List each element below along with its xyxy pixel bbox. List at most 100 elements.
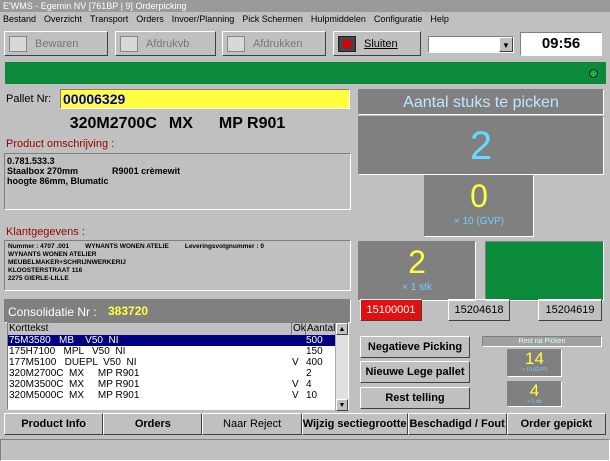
rest-piece-quantity: 4 [529, 381, 540, 400]
menu-bar: Bestand Overzicht Transport Orders Invoe… [0, 12, 610, 28]
table-row[interactable]: 320M5000C MX MP R901 V 10 [8, 390, 336, 401]
negative-picking-button[interactable]: Negatieve Picking [360, 336, 470, 358]
consolidation-label: Consolidatie Nr : [8, 305, 97, 319]
table-row[interactable]: 177M5100 DUEPL V50 NI V 400 [8, 357, 336, 368]
print-button[interactable]: Afdrukken [222, 31, 326, 56]
description-box: 0.781.533.3 Staalbox 270mm R9001 crèmewi… [4, 153, 351, 210]
description-line3: hoogte 86mm, Blumatic [7, 176, 109, 186]
menu-bestand[interactable]: Bestand [3, 12, 36, 28]
printer-icon [227, 35, 245, 52]
close-label: Sluiten [364, 37, 398, 50]
row-ok: V [292, 357, 299, 368]
menu-orders[interactable]: Orders [136, 12, 164, 28]
rest-count-button[interactable]: Rest telling [360, 387, 470, 409]
orders-button[interactable]: Orders [103, 413, 203, 435]
save-button[interactable]: Bewaren [4, 31, 108, 56]
row-text: 320M5000C MX MP R901 [9, 390, 140, 401]
column-header-ok[interactable]: Ok [292, 323, 306, 335]
row-text: 320M3500C MX MP R901 [9, 379, 140, 390]
customer-name-inline: WYNANTS WONEN ATELIE [85, 243, 169, 250]
new-empty-pallet-button[interactable]: Nieuwe Lege pallet [360, 361, 470, 383]
row-text: 175H7100 MPL V50 NI [9, 346, 126, 357]
row-text: 177M5100 DUEPL V50 NI [9, 357, 137, 368]
description-title: Product omschrijving : [6, 138, 115, 150]
status-bar [0, 439, 610, 461]
customer-line4: KLOOSTERSTRAAT 116 [8, 267, 83, 274]
table-row[interactable]: 320M3500C MX MP R901 V 4 [8, 379, 336, 390]
left-panel: Pallet Nr: 00006329 320M2700C MX MP R901… [4, 89, 351, 411]
table-row[interactable]: 320M2700C MX MP R901 2 [8, 368, 336, 379]
row-text: 320M2700C MX MP R901 [9, 368, 140, 379]
scroll-down-icon[interactable]: ▼ [336, 399, 348, 411]
confirm-green-indicator [485, 241, 604, 301]
customer-box: Nummer : 4707 .001 WYNANTS WONEN ATELIE … [4, 240, 351, 291]
description-line1: 0.781.533.3 [7, 156, 55, 166]
selection-combo[interactable]: ▼ [428, 36, 514, 53]
consolidation-value: 383720 [108, 304, 149, 318]
table-row[interactable]: 175H7100 MPL V50 NI 150 [8, 346, 336, 357]
change-section-size-button[interactable]: Wijzig sectiegrootte [301, 413, 408, 435]
status-green-bar [5, 62, 606, 84]
rest-gvp-box: 14 × 10 (GVP) [507, 349, 562, 377]
row-text: 75M3580 MB V50 NI [9, 335, 119, 346]
article-line: 320M2700C MX MP R901 [4, 111, 351, 137]
row-qty: 10 [306, 390, 318, 401]
right-panel: Aantal stuks te picken 2 0 × 10 (GVP) 2 … [355, 89, 606, 411]
location-button-1[interactable]: 15100001 [360, 299, 422, 321]
row-qty: 500 [306, 335, 323, 346]
table-scrollbar[interactable]: ▲ ▼ [335, 323, 348, 411]
article-unit: MX [168, 115, 193, 132]
consolidation-bar: Consolidatie Nr : 383720 [4, 299, 351, 323]
customer-line3: MEUBELMAKER+SCHRIJNWERKERIJ [8, 259, 126, 266]
pallet-number-field[interactable]: 00006329 [60, 89, 350, 109]
row-ok: V [292, 390, 299, 401]
print-preview-button[interactable]: Afdrukvb [115, 31, 216, 56]
window-title: E'WMS - Egemin NV [761BP | 9] Orderpicki… [0, 0, 610, 12]
article-variant: MP R901 [218, 115, 286, 132]
table-row[interactable]: 75M3580 MB V50 NI 500 [8, 335, 336, 346]
chevron-down-icon[interactable]: ▼ [499, 37, 513, 52]
pick-title: Aantal stuks te picken [358, 89, 604, 115]
menu-invoer-planning[interactable]: Invoer/Planning [172, 12, 235, 28]
toolbar: Bewaren Afdrukvb Afdrukken Sluiten ▼ 09:… [0, 28, 610, 61]
customer-title: Klantgegevens : [6, 226, 85, 238]
customer-number: Nummer : 4707 .001 [8, 243, 70, 250]
row-qty: 150 [306, 346, 323, 357]
location-button-2[interactable]: 15204618 [448, 299, 510, 321]
order-picked-button[interactable]: Order gepickt [506, 413, 606, 435]
customer-line2: WYNANTS WONEN ATELIER [8, 251, 97, 258]
row-qty: 4 [306, 379, 312, 390]
menu-help[interactable]: Help [430, 12, 449, 28]
menu-configuratie[interactable]: Configuratie [374, 12, 423, 28]
rest-gvp-quantity: 14 [525, 349, 544, 368]
row-ok [292, 346, 306, 357]
scroll-up-icon[interactable]: ▲ [336, 323, 348, 335]
row-ok [292, 335, 306, 346]
piece-quantity: 2 [408, 244, 426, 280]
gvp-label: × 10 (GVP) [453, 216, 505, 227]
preview-icon [120, 35, 138, 52]
close-button[interactable]: Sluiten [333, 31, 421, 56]
menu-overzicht[interactable]: Overzicht [44, 12, 82, 28]
article-code: 320M2700C [69, 115, 157, 132]
customer-line5: 2275 GIERLE-LILLE [8, 275, 69, 282]
pick-total-quantity: 2 [358, 116, 604, 175]
column-header-aantal[interactable]: Aantal [306, 323, 336, 335]
to-reject-button[interactable]: Naar Reject [202, 413, 302, 435]
rest-piece-label: × 1 stk [527, 399, 542, 405]
exit-door-icon [338, 35, 356, 52]
menu-transport[interactable]: Transport [90, 12, 128, 28]
description-line2a: Staalbox 270mm [7, 166, 79, 176]
floppy-icon [9, 35, 27, 52]
column-header-korttekst[interactable]: Korttekst [8, 323, 292, 335]
customer-delivery: Leveringsvolgnummer : 0 [184, 243, 264, 250]
table-header: Korttekst Ok Aantal [8, 323, 336, 335]
row-qty: 2 [306, 368, 312, 379]
menu-hulpmiddelen[interactable]: Hulpmiddelen [311, 12, 366, 28]
menu-pick-schermen[interactable]: Pick Schermen [242, 12, 303, 28]
product-info-button[interactable]: Product Info [4, 413, 104, 435]
order-lines-table: Korttekst Ok Aantal 75M3580 MB V50 NI 50… [7, 322, 349, 411]
damaged-error-button[interactable]: Beschadigd / Fout [407, 413, 507, 435]
location-button-3[interactable]: 15204619 [538, 299, 602, 321]
gvp-quantity-box: 0 × 10 (GVP) [424, 175, 534, 237]
